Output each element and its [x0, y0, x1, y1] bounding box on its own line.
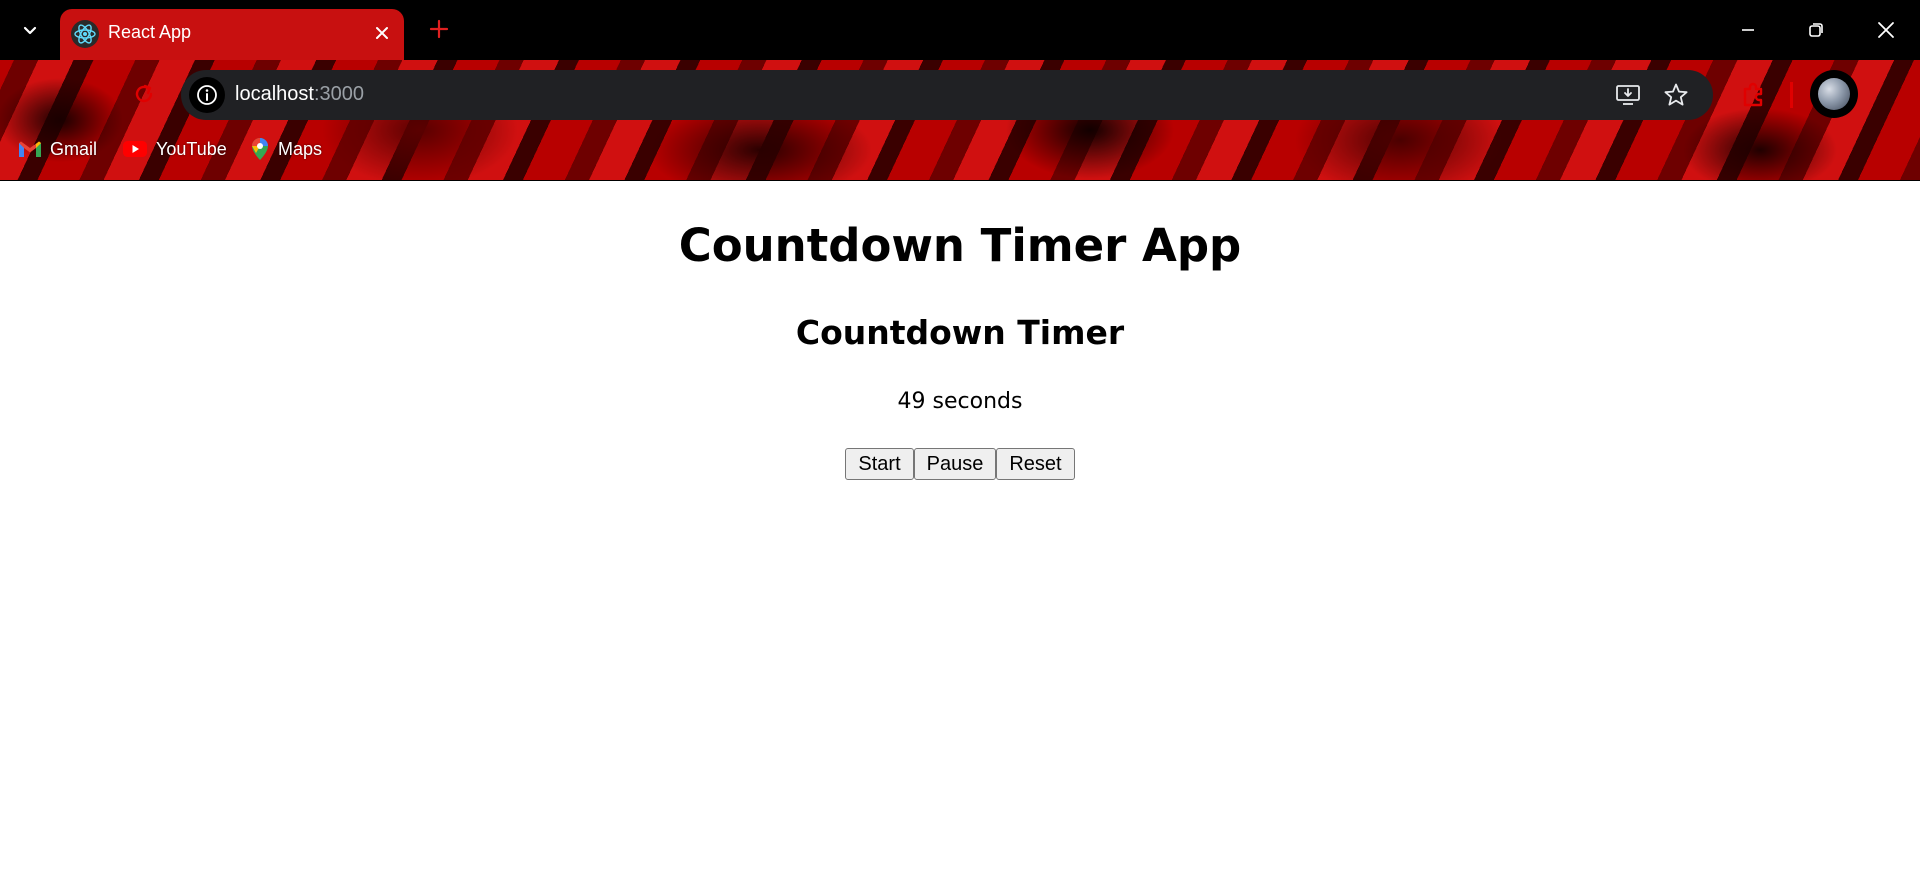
avatar-image — [1818, 78, 1850, 110]
reset-button[interactable]: Reset — [996, 448, 1075, 480]
title-bar: React App — [0, 0, 1920, 60]
tab-react-app[interactable]: React App — [60, 9, 404, 60]
page-content: Countdown Timer App Countdown Timer 49 s… — [0, 181, 1920, 892]
extensions-puzzle-icon[interactable] — [1736, 78, 1770, 112]
app-title: Countdown Timer App — [678, 219, 1242, 272]
install-app-icon[interactable] — [1613, 80, 1643, 110]
bookmark-maps-label: Maps — [278, 138, 323, 159]
tab-search-chevron-icon[interactable] — [14, 12, 46, 48]
timer-controls: Start Pause Reset — [0, 448, 1920, 480]
gmail-icon — [19, 141, 41, 157]
tab-close-icon[interactable] — [370, 21, 394, 45]
time-remaining: 49 seconds — [897, 389, 1023, 414]
restore-icon[interactable] — [1796, 12, 1836, 48]
profile-avatar[interactable] — [1810, 70, 1858, 118]
tab-title: React App — [108, 22, 192, 42]
close-window-icon[interactable] — [1866, 12, 1906, 48]
new-tab-plus-icon[interactable] — [424, 14, 454, 44]
url-port: :3000 — [313, 83, 364, 105]
bookmark-gmail[interactable]: Gmail — [18, 136, 97, 162]
bookmark-maps[interactable]: Maps — [250, 136, 322, 162]
reload-icon[interactable] — [128, 78, 160, 110]
site-info-icon[interactable] — [189, 77, 225, 113]
url-host: localhost — [235, 83, 314, 105]
bookmark-youtube-label: YouTube — [156, 138, 227, 159]
toolbar-separator — [1790, 82, 1793, 108]
minimize-icon[interactable] — [1728, 12, 1768, 48]
timer-heading: Countdown Timer — [795, 313, 1125, 352]
youtube-icon — [123, 141, 147, 157]
bookmark-gmail-label: Gmail — [50, 138, 98, 159]
address-bar[interactable]: localhost:3000 — [181, 70, 1713, 120]
start-button[interactable]: Start — [845, 448, 914, 480]
url-text[interactable]: localhost:3000 — [235, 83, 364, 106]
bookmark-youtube[interactable]: YouTube — [122, 136, 227, 162]
pause-button[interactable]: Pause — [913, 448, 997, 480]
maps-icon — [252, 138, 268, 160]
browser-chrome: React App localhost:3000 Gmail YouTube M… — [0, 0, 1920, 181]
bookmark-star-icon[interactable] — [1661, 80, 1691, 110]
react-logo-icon — [71, 20, 99, 48]
